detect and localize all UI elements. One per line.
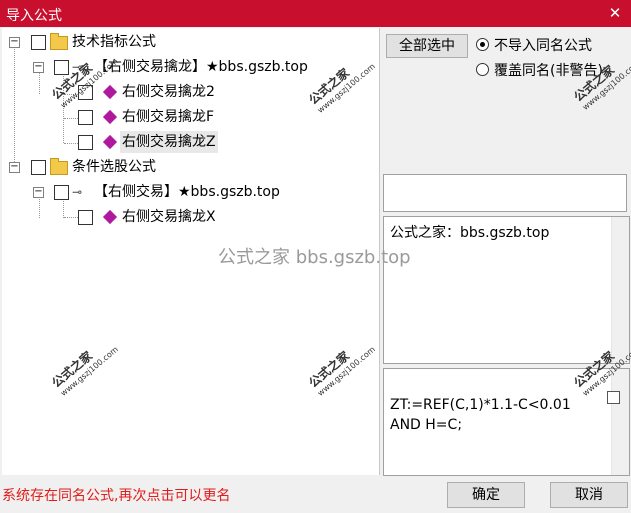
radio-no-import[interactable] (476, 38, 489, 51)
tree-leaf-label: 右侧交易擒龙2 (122, 84, 215, 100)
tree-leaf[interactable]: 右侧交易擒龙Z (2, 131, 372, 153)
checkbox[interactable] (78, 110, 93, 125)
collapse-icon[interactable]: − (9, 37, 20, 48)
tree-leaf-label: 右侧交易擒龙F (122, 109, 215, 125)
tree-subgroup-label: 【右侧交易】★bbs.gszb.top (94, 184, 280, 200)
name-field[interactable] (383, 174, 627, 212)
info-text: 公式之家：bbs.gszb.top (390, 225, 550, 241)
collapse-icon[interactable]: − (33, 187, 44, 198)
folder-icon (50, 33, 68, 50)
code-text: ZT:=REF(C,1)*1.1-C<0.01 AND H=C; (390, 397, 571, 433)
formula-icon (102, 209, 118, 225)
cancel-button[interactable]: 取消 (550, 482, 628, 508)
select-all-button[interactable]: 全部选中 (386, 34, 468, 58)
radio-overwrite[interactable] (476, 63, 489, 76)
checkbox[interactable] (78, 210, 93, 225)
formula-icon (102, 134, 118, 150)
panel-checkbox[interactable] (607, 391, 620, 404)
checkbox[interactable] (54, 185, 69, 200)
watermark-center: 公式之家 bbs.gszb.top (218, 247, 411, 268)
scrollbar[interactable] (611, 369, 629, 475)
tree-leaf[interactable]: 右侧交易擒龙X (2, 206, 372, 228)
tree-leaf-label: 右侧交易擒龙X (122, 209, 216, 225)
tree-subgroup-label: 【右侧交易擒龙】★bbs.gszb.top (94, 59, 308, 75)
checkbox[interactable] (31, 160, 46, 175)
tree-leaf-label-selected: 右侧交易擒龙Z (120, 131, 218, 153)
collapse-icon[interactable]: − (33, 62, 44, 73)
checkbox[interactable] (31, 35, 46, 50)
tree-group-screening[interactable]: − 条件选股公式 (2, 156, 372, 178)
status-message: 系统存在同名公式,再次点击可以更名 (2, 488, 231, 504)
link-icon: ⊸ (72, 185, 83, 199)
close-icon[interactable]: ✕ (605, 3, 625, 23)
title-bar: 导入公式 ✕ (0, 0, 631, 27)
folder-icon (50, 158, 68, 175)
checkbox[interactable] (78, 135, 93, 150)
formula-icon (102, 84, 118, 100)
tree-subgroup[interactable]: − ⊸ 【右侧交易擒龙】★bbs.gszb.top (2, 56, 372, 78)
info-panel[interactable]: 公式之家：bbs.gszb.top (383, 216, 630, 364)
tree-group-technical[interactable]: − 技术指标公式 (2, 31, 372, 53)
formula-icon (102, 109, 118, 125)
tree-group-label: 技术指标公式 (72, 34, 156, 50)
radio-no-import-label: 不导入同名公式 (494, 38, 592, 54)
collapse-icon[interactable]: − (9, 162, 20, 173)
window-title: 导入公式 (6, 8, 62, 24)
tree-group-label: 条件选股公式 (72, 159, 156, 175)
tree-subgroup[interactable]: − ⊸ 【右侧交易】★bbs.gszb.top (2, 181, 372, 203)
ok-button[interactable]: 确定 (447, 482, 525, 508)
